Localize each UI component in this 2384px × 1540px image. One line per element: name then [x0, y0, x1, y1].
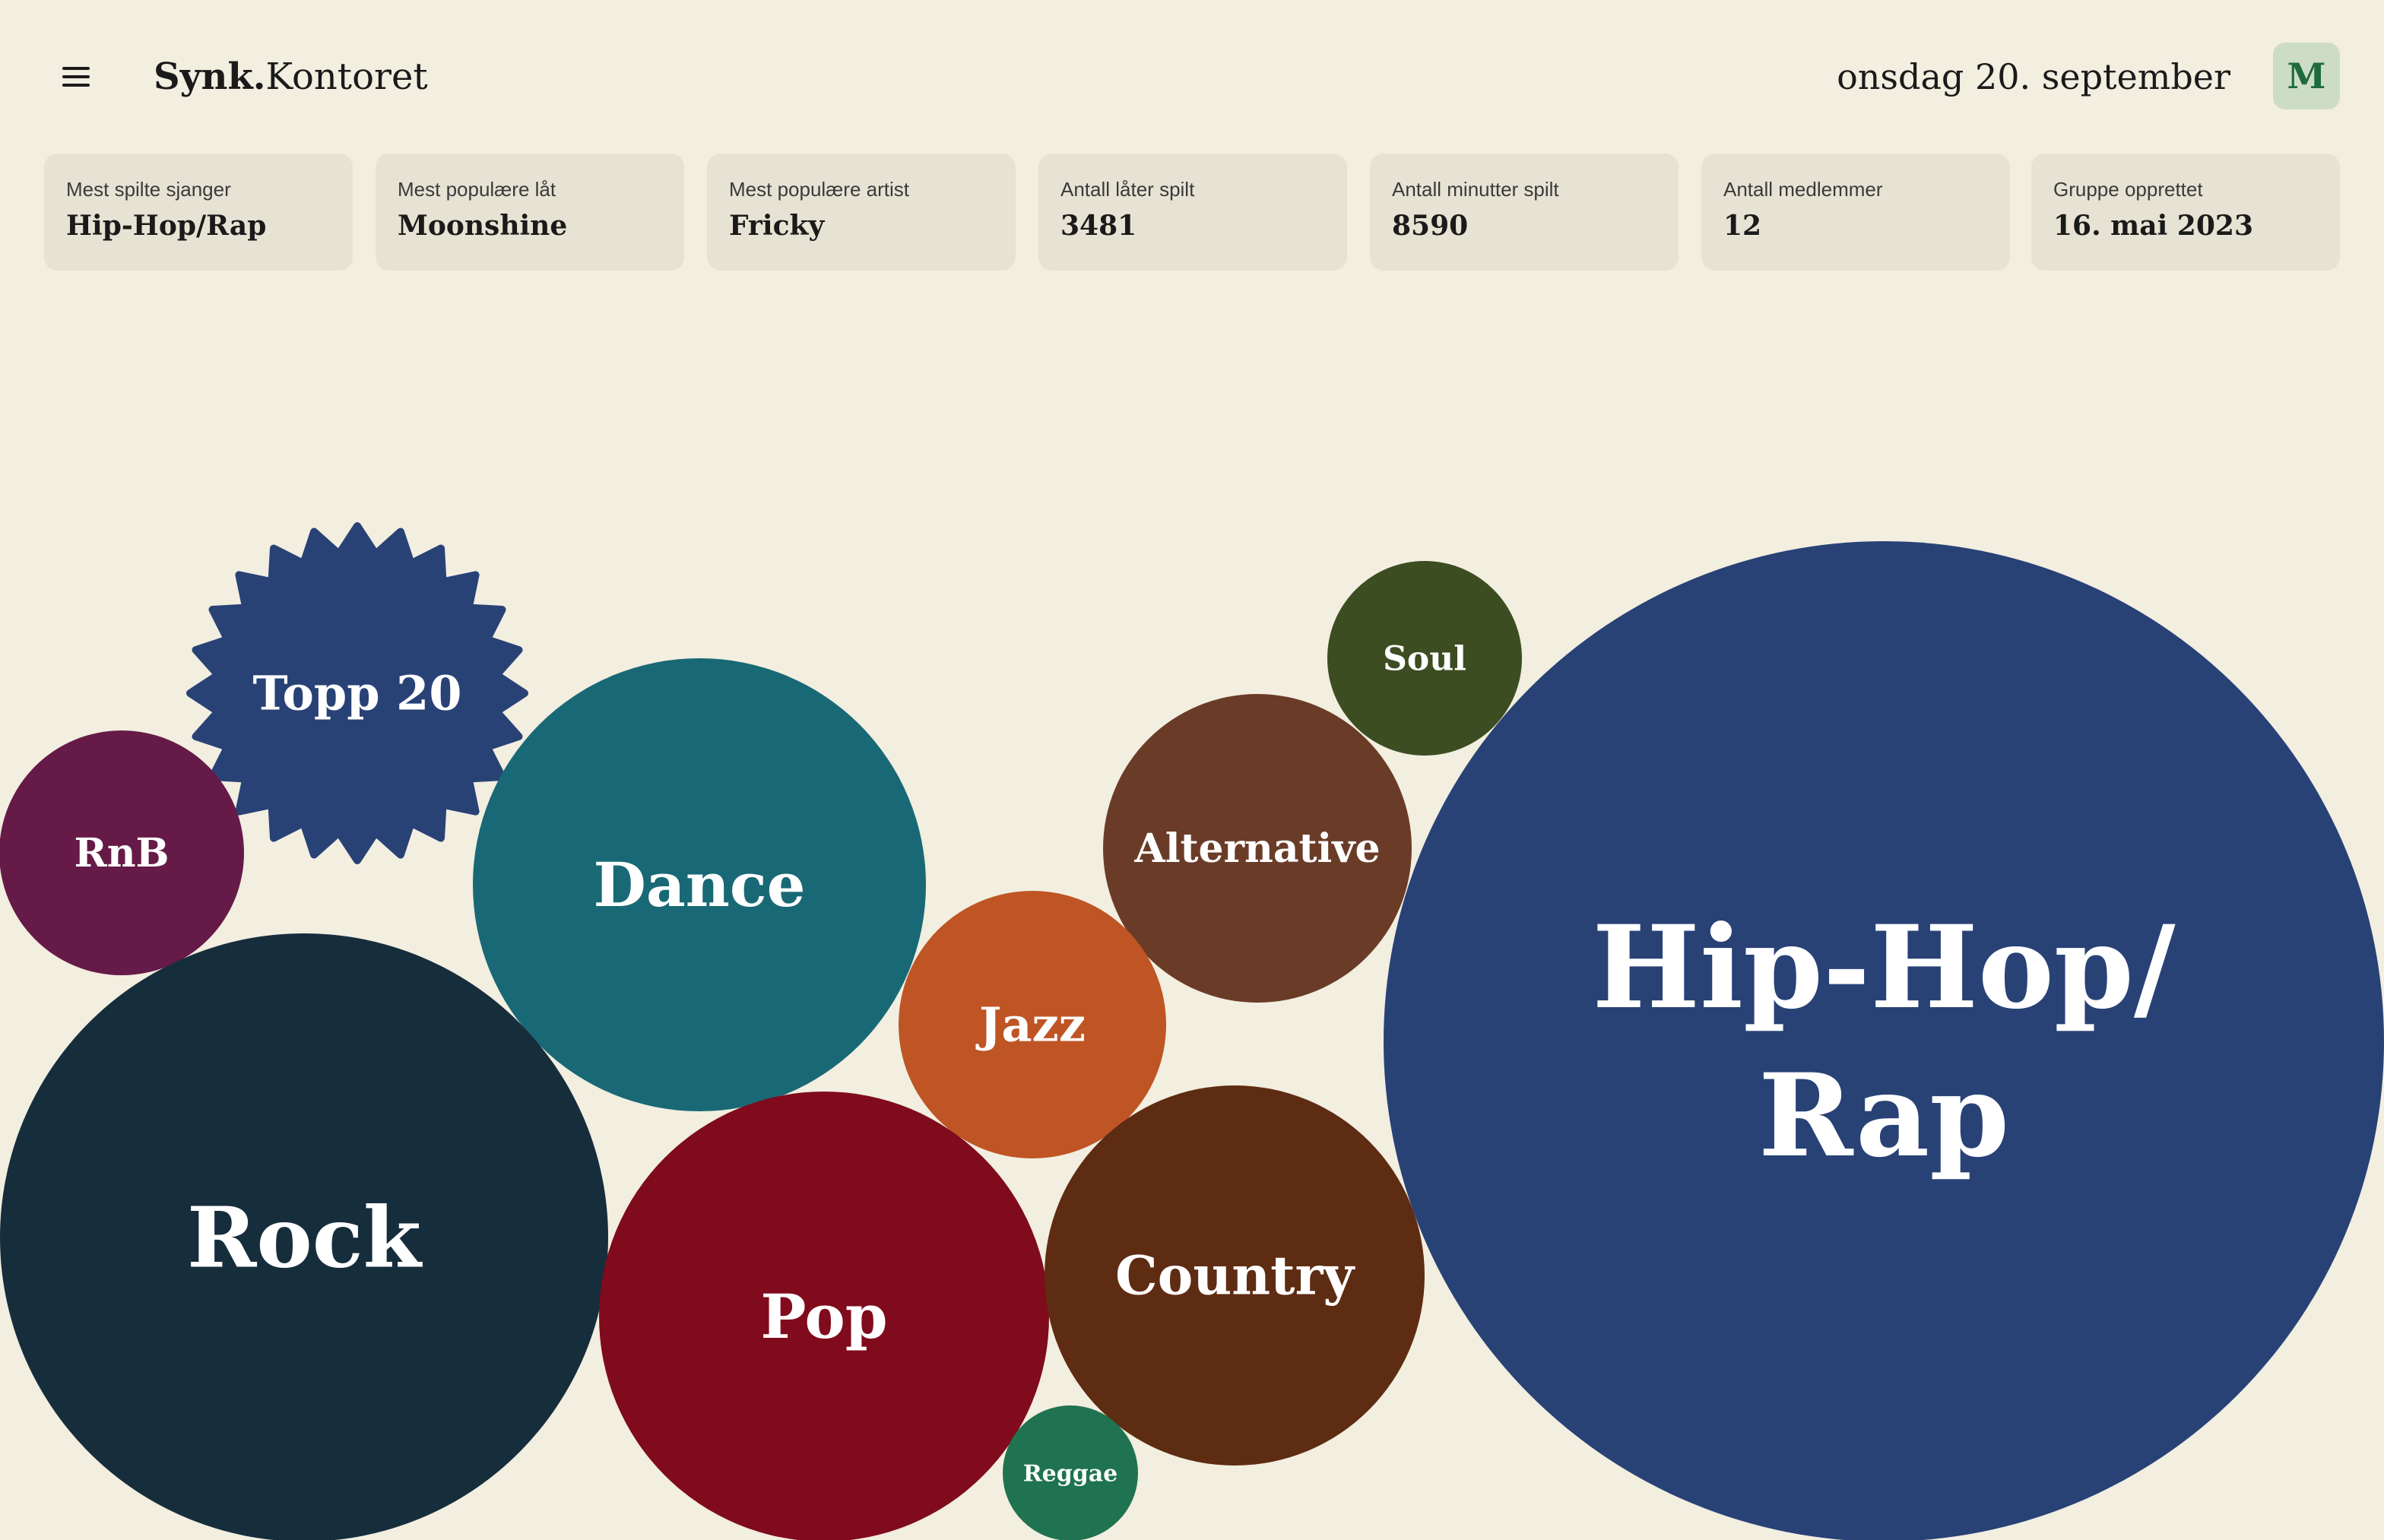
- bubble-label-line: Hip-Hop/: [1592, 901, 2176, 1035]
- genre-bubble-dance[interactable]: Dance: [473, 658, 926, 1111]
- bubble-label: Jazz: [975, 997, 1086, 1053]
- bubble-label: Soul: [1383, 639, 1466, 678]
- bubble-label: Dance: [594, 849, 806, 921]
- genre-bubble-country[interactable]: Country: [1045, 1085, 1425, 1466]
- bubble-label: Reggae: [1023, 1461, 1118, 1488]
- genre-bubble-rnb[interactable]: RnB: [0, 730, 244, 975]
- bubble-label: RnB: [74, 830, 170, 876]
- genre-bubble-soul[interactable]: Soul: [1327, 561, 1522, 756]
- bubble-label: Topp 20: [253, 666, 462, 721]
- genre-bubble-topp-20[interactable]: Topp 20: [186, 522, 528, 864]
- genre-bubble-hip-hop-rap[interactable]: Hip-Hop/Rap: [1384, 541, 2384, 1540]
- genre-bubble-pop[interactable]: Pop: [599, 1092, 1049, 1540]
- genre-bubble-reggae[interactable]: Reggae: [1003, 1405, 1138, 1540]
- genre-bubble-rock[interactable]: Rock: [0, 933, 608, 1540]
- bubble-label: Pop: [760, 1281, 887, 1352]
- bubble-label: Alternative: [1133, 825, 1380, 872]
- genre-bubble-chart: Topp 20 RnB Dance Soul Alternative Jazz Hip-Ho…: [0, 522, 2384, 1540]
- bubble-circle: [1384, 541, 2384, 1540]
- bubble-label-line: Rap: [1758, 1049, 2009, 1183]
- bubble-label: Country: [1115, 1244, 1355, 1307]
- bubble-label: Rock: [187, 1189, 423, 1287]
- genre-bubble-jazz[interactable]: Jazz: [899, 891, 1166, 1158]
- genre-bubble-alternative[interactable]: Alternative: [1103, 694, 1412, 1003]
